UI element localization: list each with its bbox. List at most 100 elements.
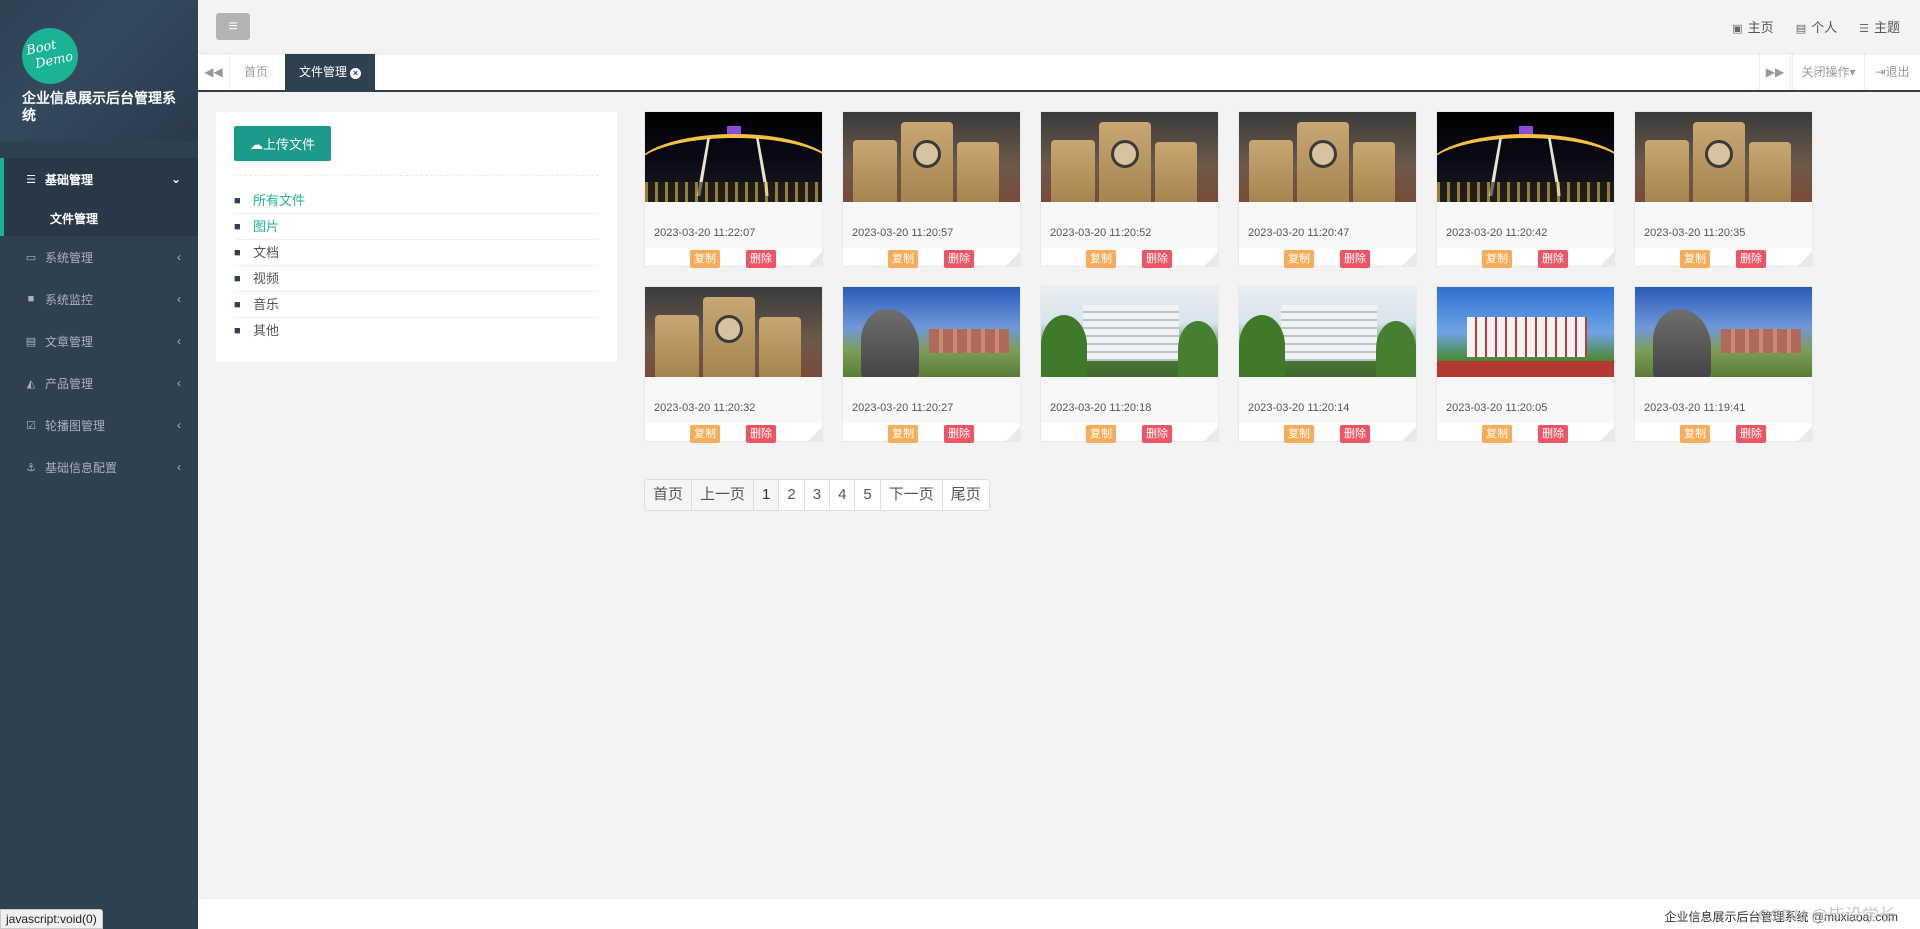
sidebar-item-carousel[interactable]: ☑ 轮播图管理 ‹ xyxy=(0,404,198,446)
file-category-panel: ☁上传文件 ■ 所有文件 ■ 图片 ■ 文档 ■ 视频 ■ 音乐 ■ 其他 xyxy=(216,112,617,362)
delete-button[interactable]: 删除 xyxy=(944,425,974,443)
delete-button[interactable]: 删除 xyxy=(1142,425,1172,443)
brand-logo: Boot Demo xyxy=(16,22,84,90)
page-prev-button[interactable]: 上一页 xyxy=(692,480,755,510)
menu-toggle-button[interactable]: ≡ xyxy=(216,13,250,40)
copy-button[interactable]: 复制 xyxy=(1482,250,1512,268)
sidebar-item-basic[interactable]: ☰ 基础管理 ⌄ xyxy=(0,158,198,200)
sidebar-item-system[interactable]: ▭ 系统管理 ‹ xyxy=(0,236,198,278)
sidebar-subitem-file-manage[interactable]: 文件管理 xyxy=(0,200,198,236)
tab-file-manage[interactable]: 文件管理 × xyxy=(285,54,376,90)
delete-button[interactable]: 删除 xyxy=(746,425,776,443)
page-number-4[interactable]: 4 xyxy=(830,480,856,510)
caret-down-icon: ▾ xyxy=(1849,65,1856,79)
copy-button[interactable]: 复制 xyxy=(1680,425,1710,443)
copy-button[interactable]: 复制 xyxy=(690,250,720,268)
folder-music[interactable]: ■ 音乐 xyxy=(234,292,599,318)
file-thumbnail[interactable] xyxy=(645,287,822,377)
tab-scroll-right-button[interactable]: ▶▶ xyxy=(1759,54,1791,90)
file-card: 2023-03-20 11:20:35 复制 删除 xyxy=(1634,111,1813,268)
copy-button[interactable]: 复制 xyxy=(1284,250,1314,268)
file-thumbnail[interactable] xyxy=(843,287,1020,377)
file-actions: 复制 删除 xyxy=(1239,423,1416,443)
sidebar-item-product[interactable]: ◭ 产品管理 ‹ xyxy=(0,362,198,404)
home-link[interactable]: ▣ 主页 xyxy=(1732,17,1773,36)
delete-button[interactable]: 删除 xyxy=(1142,250,1172,268)
copy-button[interactable]: 复制 xyxy=(1086,250,1116,268)
folder-label: 图片 xyxy=(253,218,280,234)
file-thumbnail[interactable] xyxy=(1041,112,1218,202)
delete-button[interactable]: 删除 xyxy=(1538,250,1568,268)
copy-button[interactable]: 复制 xyxy=(1680,250,1710,268)
file-thumbnail[interactable] xyxy=(1041,287,1218,377)
page-number-2[interactable]: 2 xyxy=(779,480,805,510)
profile-link[interactable]: ▤ 个人 xyxy=(1796,17,1837,36)
sidebar-item-article[interactable]: ▤ 文章管理 ‹ xyxy=(0,320,198,362)
folder-images[interactable]: ■ 图片 xyxy=(234,214,599,240)
copy-button[interactable]: 复制 xyxy=(1284,425,1314,443)
delete-button[interactable]: 删除 xyxy=(1340,250,1370,268)
page-number-1[interactable]: 1 xyxy=(754,480,780,510)
delete-button[interactable]: 删除 xyxy=(746,250,776,268)
delete-button[interactable]: 删除 xyxy=(1736,425,1766,443)
file-thumbnail[interactable] xyxy=(645,112,822,202)
chevron-down-icon: ⌄ xyxy=(170,172,181,186)
file-card: 2023-03-20 11:20:57 复制 删除 xyxy=(842,111,1021,268)
delete-button[interactable]: 删除 xyxy=(1736,250,1766,268)
folder-all-files[interactable]: ■ 所有文件 xyxy=(234,188,599,214)
logout-button[interactable]: ⇥退出 xyxy=(1864,54,1920,90)
file-thumbnail[interactable] xyxy=(1635,112,1812,202)
file-thumbnail[interactable] xyxy=(1239,112,1416,202)
folder-icon: ■ xyxy=(234,325,241,337)
close-icon[interactable]: × xyxy=(350,68,362,79)
page-last-button[interactable]: 尾页 xyxy=(942,480,989,510)
file-actions: 复制 删除 xyxy=(1437,423,1614,443)
logout-label: 退出 xyxy=(1885,65,1910,79)
file-date: 2023-03-20 11:20:18 xyxy=(1050,402,1152,414)
home-link-label: 主页 xyxy=(1747,20,1774,35)
sidebar-item-label: 产品管理 xyxy=(45,376,94,391)
calendar-check-icon: ☑ xyxy=(26,419,36,432)
delete-button[interactable]: 删除 xyxy=(944,250,974,268)
copy-button[interactable]: 复制 xyxy=(1086,425,1116,443)
profile-link-label: 个人 xyxy=(1811,20,1838,35)
top-links: ▣ 主页 ▤ 个人 ☰ 主题 xyxy=(1732,17,1900,36)
file-card: 2023-03-20 11:20:47 复制 删除 xyxy=(1238,111,1417,268)
folder-icon: ■ xyxy=(234,246,241,259)
brand-header: Boot Demo 企业信息展示后台管理系统 xyxy=(0,0,198,141)
theme-link[interactable]: ☰ 主题 xyxy=(1859,17,1900,36)
copy-button[interactable]: 复制 xyxy=(690,425,720,443)
file-thumbnail[interactable] xyxy=(1437,112,1614,202)
folder-other[interactable]: ■ 其他 xyxy=(234,318,599,344)
file-thumbnail[interactable] xyxy=(1239,287,1416,377)
upload-file-button[interactable]: ☁上传文件 xyxy=(234,126,332,161)
folder-videos[interactable]: ■ 视频 xyxy=(234,266,599,292)
page-number-3[interactable]: 3 xyxy=(804,480,831,510)
delete-button[interactable]: 删除 xyxy=(1340,425,1370,443)
sidebar-item-monitor[interactable]: ■ 系统监控 ‹ xyxy=(0,278,198,320)
copy-button[interactable]: 复制 xyxy=(1482,425,1512,443)
close-operations-dropdown[interactable]: 关闭操作▾ xyxy=(1792,54,1864,90)
tab-home[interactable]: 首页 xyxy=(230,54,282,90)
tab-scroll-left-button[interactable]: ◀◀ xyxy=(198,54,230,90)
folder-label: 文档 xyxy=(253,244,280,260)
file-thumbnail[interactable] xyxy=(843,112,1020,202)
page-first-button[interactable]: 首页 xyxy=(645,480,693,510)
file-thumbnail[interactable] xyxy=(1635,287,1812,377)
delete-button[interactable]: 删除 xyxy=(1538,425,1568,443)
file-actions: 复制 删除 xyxy=(645,423,822,443)
anchor-icon: ⚓ xyxy=(26,461,36,474)
file-thumbnail[interactable] xyxy=(1437,287,1614,377)
page-next-button[interactable]: 下一页 xyxy=(880,480,943,510)
file-date: 2023-03-20 11:20:47 xyxy=(1248,227,1350,239)
corner-fold xyxy=(1402,427,1416,441)
copy-button[interactable]: 复制 xyxy=(888,425,918,443)
copy-button[interactable]: 复制 xyxy=(888,250,918,268)
folder-label: 视频 xyxy=(253,270,280,286)
page-number-5[interactable]: 5 xyxy=(855,480,881,510)
id-card-icon: ▤ xyxy=(1795,23,1807,35)
file-actions: 复制 删除 xyxy=(1041,248,1218,268)
file-card: 2023-03-20 11:19:41 复制 删除 xyxy=(1634,286,1813,443)
sidebar-item-base-config[interactable]: ⚓ 基础信息配置 ‹ xyxy=(0,446,198,488)
folder-documents[interactable]: ■ 文档 xyxy=(234,240,599,266)
